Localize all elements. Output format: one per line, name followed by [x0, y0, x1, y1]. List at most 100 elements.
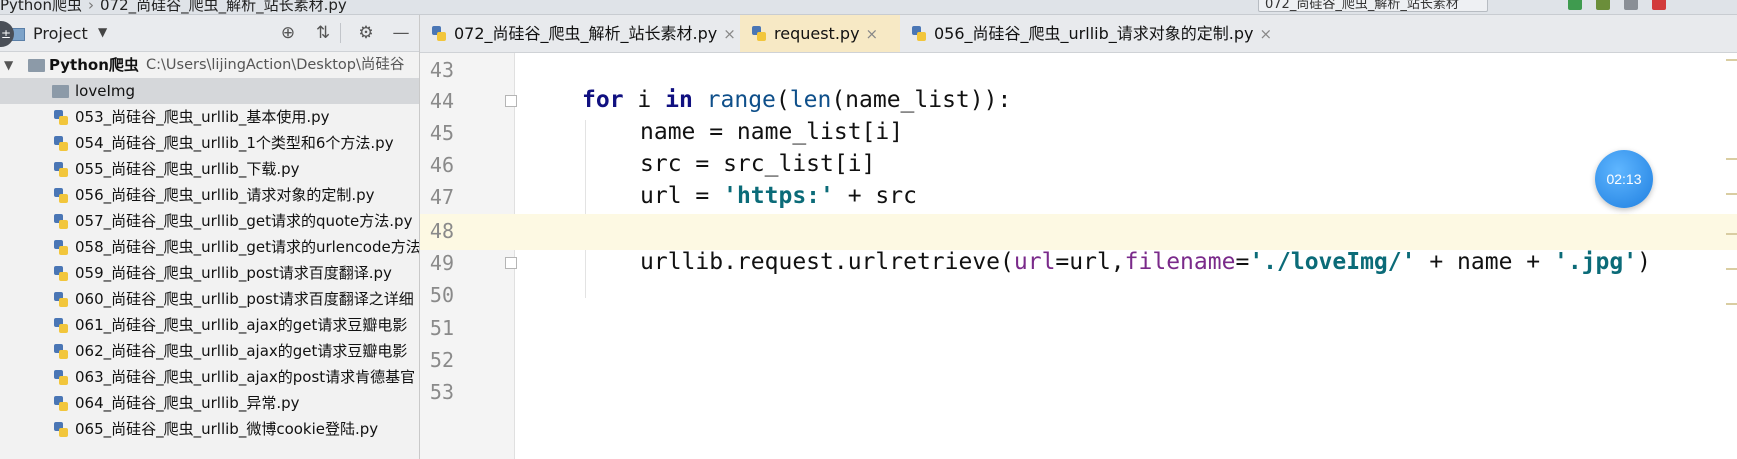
chevron-down-icon[interactable]: ▼ — [98, 25, 107, 39]
code-line[interactable]: 44 for i in range(len(name_list)): — [420, 84, 1737, 120]
tree-file-row[interactable]: 060_尚硅谷_爬虫_urllib_post请求百度翻译之详细 — [0, 286, 419, 312]
tree-item-label: 056_尚硅谷_爬虫_urllib_请求对象的定制.py — [75, 186, 375, 204]
run-configuration-select[interactable]: 072_尚硅谷_爬虫_解析_站长素材 — [1258, 0, 1488, 12]
tree-root-path: C:\Users\lijingAction\Desktop\尚硅谷 — [146, 57, 405, 73]
tree-item-label: 065_尚硅谷_爬虫_urllib_微博cookie登陆.py — [75, 420, 379, 438]
python-file-icon — [54, 110, 68, 125]
tree-file-row[interactable]: 065_尚硅谷_爬虫_urllib_微博cookie登陆.py — [0, 416, 419, 442]
folder-icon — [28, 59, 45, 72]
breadcrumb-project[interactable]: Python爬虫 — [0, 0, 82, 14]
tree-item-label: 059_尚硅谷_爬虫_urllib_post请求百度翻译.py — [75, 264, 392, 282]
python-file-icon — [54, 318, 68, 333]
scroll-mark — [1726, 303, 1737, 305]
code-line[interactable]: 47 url = 'https:' + src — [420, 180, 1737, 216]
project-panel: Project ▼ ⊕ ⇅ ⚙ — ± ▼ Python爬虫 C:\Users\… — [0, 15, 420, 459]
python-file-icon — [54, 240, 68, 255]
gear-icon[interactable]: ⚙ — [356, 23, 376, 43]
python-file-icon — [54, 214, 68, 229]
hide-panel-icon[interactable]: — — [391, 23, 411, 43]
project-panel-title[interactable]: Project — [33, 24, 88, 43]
code-line[interactable]: 46 src = src_list[i] — [420, 148, 1737, 184]
python-file-icon — [752, 26, 766, 41]
code-text: for i in range(len(name_list)): — [582, 87, 1012, 113]
tree-folder-row[interactable]: loveImg — [0, 78, 419, 104]
folder-icon — [52, 85, 69, 98]
project-tree: ▼ Python爬虫 C:\Users\lijingAction\Desktop… — [0, 52, 419, 442]
code-editor[interactable]: 43 44 for i in range(len(name_list)): 45… — [420, 53, 1737, 459]
breadcrumb-separator: › — [88, 0, 94, 14]
close-icon[interactable]: × — [723, 25, 736, 43]
code-line[interactable]: 52 — [420, 343, 1737, 379]
tree-file-row[interactable]: 062_尚硅谷_爬虫_urllib_ajax的get请求豆瓣电影 — [0, 338, 419, 364]
tree-file-row[interactable]: 063_尚硅谷_爬虫_urllib_ajax的post请求肯德基官 — [0, 364, 419, 390]
close-icon[interactable]: × — [1259, 25, 1272, 43]
line-number: 52 — [429, 348, 454, 372]
scroll-mark — [1726, 59, 1737, 61]
python-file-icon — [54, 266, 68, 281]
tab-label: request.py — [774, 24, 860, 43]
tree-file-row[interactable]: 061_尚硅谷_爬虫_urllib_ajax的get请求豆瓣电影 — [0, 312, 419, 338]
code-line[interactable]: 51 — [420, 311, 1737, 347]
recording-timer-badge[interactable]: 02:13 — [1595, 150, 1653, 208]
tree-file-row[interactable]: 054_尚硅谷_爬虫_urllib_1个类型和6个方法.py — [0, 130, 419, 156]
tab-zhanzhang[interactable]: 072_尚硅谷_爬虫_解析_站长素材.py × — [420, 15, 740, 52]
python-file-icon — [54, 136, 68, 151]
tree-file-row[interactable]: 059_尚硅谷_爬虫_urllib_post请求百度翻译.py — [0, 260, 419, 286]
python-file-icon — [54, 292, 68, 307]
tree-item-label: 058_尚硅谷_爬虫_urllib_get请求的urlencode方法 — [75, 238, 419, 256]
line-number: 47 — [429, 185, 454, 209]
close-icon[interactable]: × — [866, 25, 879, 43]
tree-item-label: 061_尚硅谷_爬虫_urllib_ajax的get请求豆瓣电影 — [75, 316, 408, 334]
code-line-current[interactable]: 48 — [420, 214, 1737, 250]
tree-file-row[interactable]: 053_尚硅谷_爬虫_urllib_基本使用.py — [0, 104, 419, 130]
tree-file-row[interactable]: 057_尚硅谷_爬虫_urllib_get请求的quote方法.py — [0, 208, 419, 234]
python-file-icon — [432, 26, 446, 41]
code-line[interactable]: 49 urllib.request.urlretrieve(url=url,fi… — [420, 246, 1737, 282]
toolbar-icons — [1568, 0, 1666, 10]
tab-request-object[interactable]: 056_尚硅谷_爬虫_urllib_请求对象的定制.py × — [900, 15, 1310, 52]
tree-root-row[interactable]: ▼ Python爬虫 C:\Users\lijingAction\Desktop… — [0, 52, 419, 78]
fold-marker-icon[interactable] — [505, 257, 517, 269]
code-line[interactable]: 45 name = name_list[i] — [420, 116, 1737, 152]
breadcrumb-file[interactable]: 072_尚硅谷_爬虫_解析_站长素材.py — [100, 0, 347, 14]
coverage-icon[interactable] — [1624, 0, 1638, 10]
locate-icon[interactable]: ⊕ — [278, 23, 298, 43]
tree-item-label: 060_尚硅谷_爬虫_urllib_post请求百度翻译之详细 — [75, 290, 414, 308]
code-text: src = src_list[i] — [640, 151, 876, 177]
tree-item-label: 057_尚硅谷_爬虫_urllib_get请求的quote方法.py — [75, 212, 413, 230]
python-file-icon — [912, 26, 926, 41]
line-number: 45 — [429, 121, 454, 145]
tree-item-label: 055_尚硅谷_爬虫_urllib_下载.py — [75, 160, 300, 178]
line-number: 50 — [429, 283, 454, 307]
scroll-mark — [1726, 193, 1737, 195]
header-divider — [340, 23, 341, 43]
chevron-down-icon[interactable]: ▼ — [4, 52, 13, 78]
line-number: 49 — [429, 251, 454, 275]
line-number: 48 — [429, 219, 454, 243]
tree-file-row[interactable]: 056_尚硅谷_爬虫_urllib_请求对象的定制.py — [0, 182, 419, 208]
editor-scrollbar[interactable] — [1724, 53, 1737, 459]
tree-file-row[interactable]: 064_尚硅谷_爬虫_urllib_异常.py — [0, 390, 419, 416]
stop-icon[interactable] — [1652, 0, 1666, 10]
line-number: 46 — [429, 153, 454, 177]
run-icon[interactable] — [1568, 0, 1582, 10]
python-file-icon — [54, 344, 68, 359]
code-text: urllib.request.urlretrieve(url=url,filen… — [640, 249, 1651, 275]
project-panel-header: Project ▼ ⊕ ⇅ ⚙ — — [0, 15, 419, 52]
tree-item-label: 053_尚硅谷_爬虫_urllib_基本使用.py — [75, 108, 330, 126]
fold-marker-icon[interactable] — [505, 95, 517, 107]
python-file-icon — [54, 422, 68, 437]
tree-file-row[interactable]: 058_尚硅谷_爬虫_urllib_get请求的urlencode方法 — [0, 234, 419, 260]
code-line[interactable]: 53 — [420, 375, 1737, 411]
tree-item-label: loveImg — [75, 82, 136, 100]
collapse-all-icon[interactable]: ⇅ — [313, 23, 333, 43]
tree-item-label: 063_尚硅谷_爬虫_urllib_ajax的post请求肯德基官 — [75, 368, 416, 386]
code-line[interactable]: 50 — [420, 278, 1737, 314]
tree-file-row[interactable]: 055_尚硅谷_爬虫_urllib_下载.py — [0, 156, 419, 182]
tree-item-label: 062_尚硅谷_爬虫_urllib_ajax的get请求豆瓣电影 — [75, 342, 408, 360]
tab-label: 072_尚硅谷_爬虫_解析_站长素材.py — [454, 24, 718, 43]
code-text: url = 'https:' + src — [640, 183, 917, 209]
line-number: 51 — [429, 316, 454, 340]
tab-request[interactable]: request.py × — [740, 15, 900, 52]
debug-icon[interactable] — [1596, 0, 1610, 10]
